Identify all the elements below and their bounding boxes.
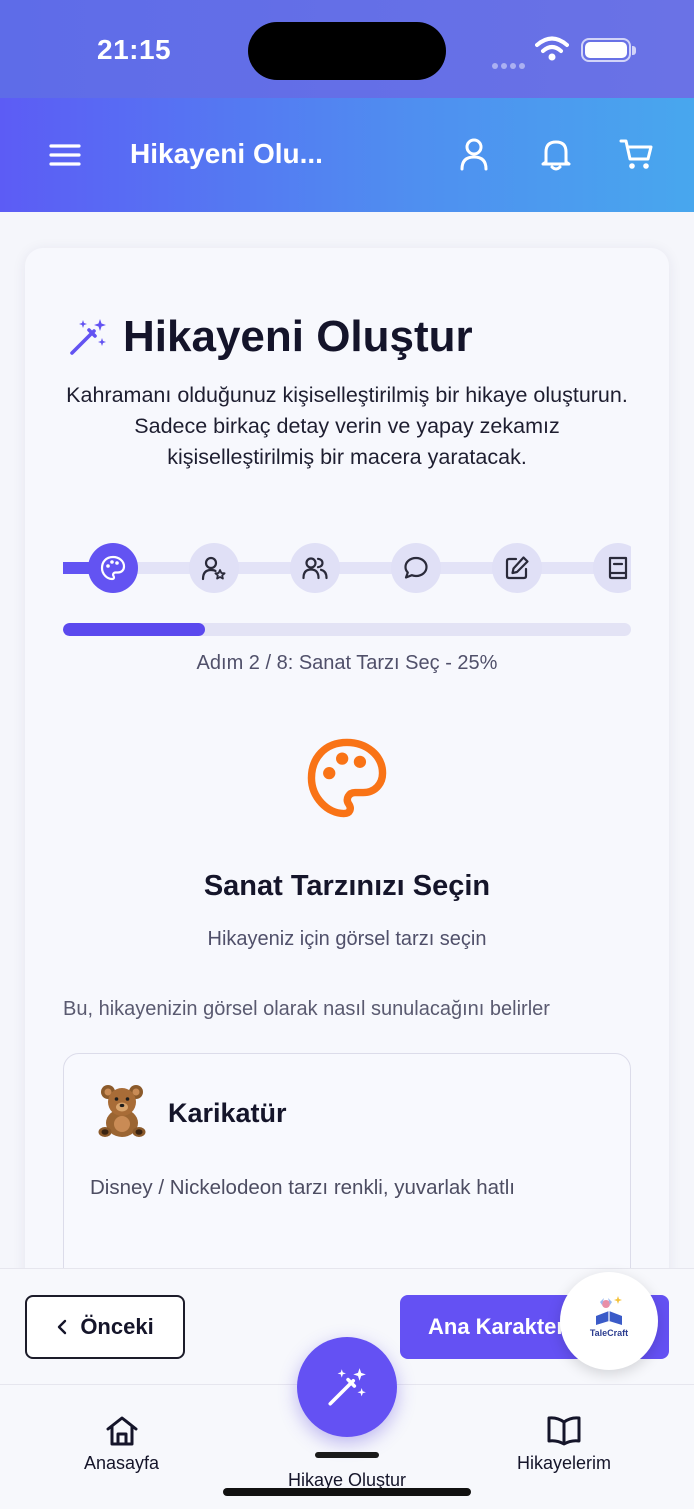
message-circle-icon bbox=[404, 556, 428, 579]
previous-button-label: Önceki bbox=[80, 1314, 154, 1339]
page-title-row: Hikayeni Oluştur bbox=[67, 312, 473, 362]
next-button-label: Ana Karakter bbox=[428, 1314, 565, 1339]
section-title: Sanat Tarzınızı Seçin bbox=[203, 870, 491, 902]
progress-bar bbox=[63, 623, 631, 636]
wifi-icon bbox=[535, 36, 569, 61]
users-icon bbox=[302, 557, 328, 580]
talecraft-logo-button[interactable]: TaleCraft bbox=[560, 1272, 658, 1370]
step-art-style[interactable] bbox=[88, 543, 138, 593]
option-description: Disney / Nickelodeon tarzı renkli, yuvar… bbox=[90, 1176, 515, 1199]
option-title: Karikatür bbox=[168, 1098, 287, 1128]
create-story-fab[interactable] bbox=[297, 1337, 397, 1437]
book-icon bbox=[608, 556, 628, 580]
art-style-option-cartoon[interactable]: Karikatür Disney / Nickelodeon tarzı ren… bbox=[63, 1053, 631, 1268]
bell-icon[interactable] bbox=[538, 136, 574, 172]
open-book-icon bbox=[547, 1416, 581, 1446]
tab-home-label: Anasayfa bbox=[84, 1453, 160, 1473]
app-bar-title: Hikayeni Olu... bbox=[130, 138, 323, 169]
palette-icon bbox=[100, 555, 126, 581]
create-story-card: Hikayeni Oluştur Kahramanı olduğunuz kiş… bbox=[25, 248, 669, 1268]
home-icon bbox=[106, 1416, 138, 1446]
chevron-left-icon bbox=[58, 1319, 67, 1335]
battery-icon bbox=[581, 38, 636, 62]
step-edit[interactable] bbox=[492, 543, 542, 593]
section-hint: Bu, hikayenizin görsel olarak nasıl sunu… bbox=[63, 998, 550, 1020]
app-bar: Hikayeni Olu... bbox=[0, 98, 694, 212]
dynamic-island bbox=[248, 22, 446, 80]
progress-bar-fill bbox=[63, 623, 205, 636]
magic-wand-icon bbox=[328, 1368, 366, 1406]
home-indicator bbox=[223, 1488, 471, 1496]
user-star-icon bbox=[201, 556, 226, 581]
intro-text: Kahramanı olduğunuz kişiselleştirilmiş b… bbox=[66, 383, 628, 469]
cart-icon[interactable] bbox=[618, 136, 654, 172]
signal-icon bbox=[492, 56, 528, 74]
main-content: Hikayeni Oluştur Kahramanı olduğunuz kiş… bbox=[0, 212, 694, 1268]
tab-my-stories-label: Hikayelerim bbox=[517, 1453, 612, 1473]
step-track bbox=[63, 562, 631, 574]
section-subtitle: Hikayeniz için görsel tarzı seçin bbox=[207, 928, 487, 950]
step-characters[interactable] bbox=[290, 543, 340, 593]
magic-wand-icon bbox=[70, 319, 106, 355]
step-indicator bbox=[63, 542, 631, 594]
user-icon[interactable] bbox=[456, 136, 492, 172]
status-bar: 21:15 bbox=[0, 0, 694, 98]
step-dialogue[interactable] bbox=[391, 543, 441, 593]
teddy-bear-icon bbox=[98, 1085, 146, 1137]
progress-label: Adım 2 / 8: Sanat Tarzı Seç - 25% bbox=[196, 652, 498, 674]
edit-icon bbox=[505, 556, 529, 580]
tab-home[interactable]: Anasayfa bbox=[84, 1415, 159, 1474]
logo-text: TaleCraft bbox=[589, 1328, 629, 1338]
step-hero[interactable] bbox=[189, 543, 239, 593]
page-title: Hikayeni Oluştur bbox=[123, 312, 473, 361]
status-time: 21:15 bbox=[97, 34, 172, 65]
palette-icon bbox=[307, 738, 387, 818]
step-book[interactable] bbox=[593, 543, 631, 593]
menu-icon[interactable] bbox=[48, 138, 82, 172]
tab-my-stories[interactable]: Hikayelerim bbox=[517, 1415, 611, 1474]
active-tab-indicator bbox=[315, 1452, 379, 1458]
previous-button[interactable]: Önceki bbox=[25, 1295, 185, 1359]
logo-icon bbox=[596, 1296, 622, 1325]
